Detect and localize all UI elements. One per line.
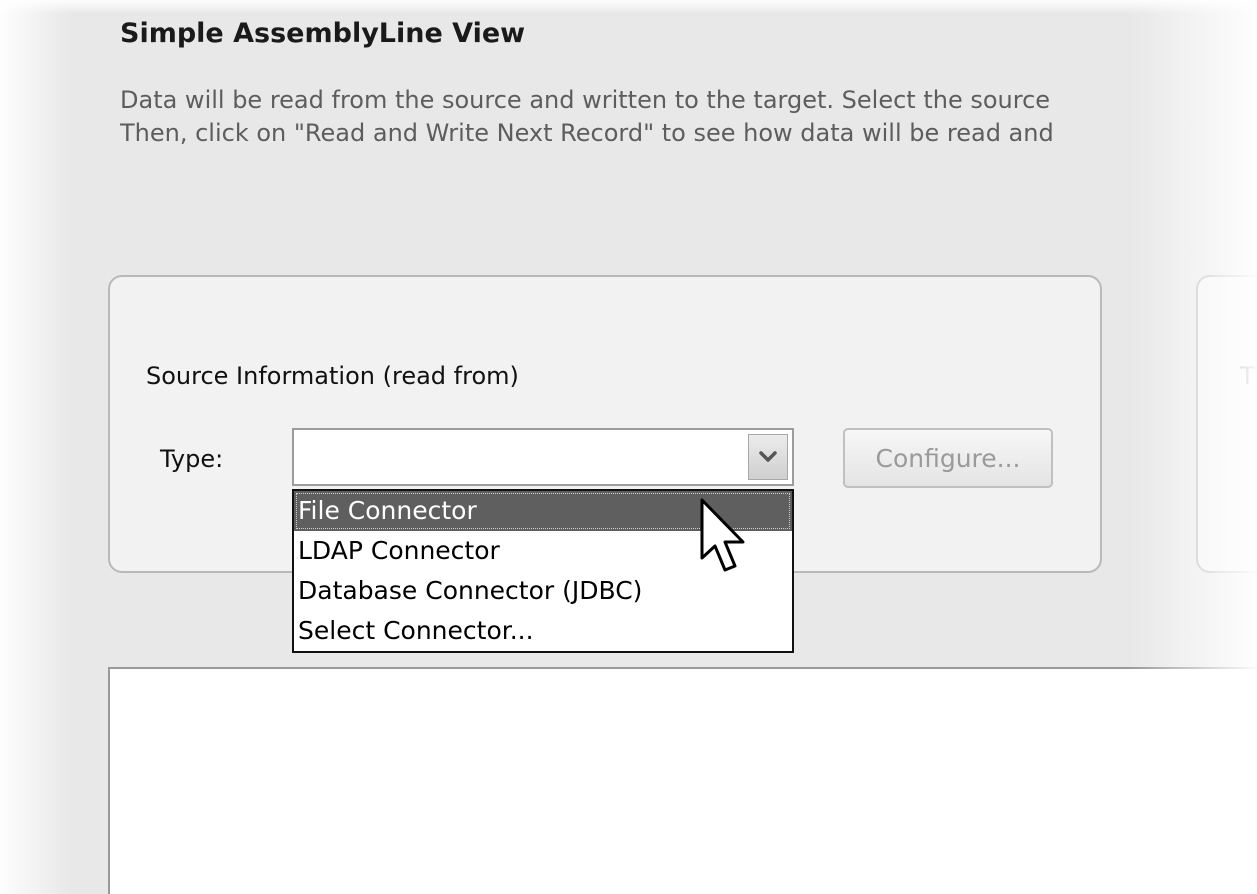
dropdown-option-select-connector[interactable]: Select Connector...: [294, 611, 792, 651]
record-output-area: [108, 667, 1257, 894]
page-title: Simple AssemblyLine View: [120, 18, 526, 49]
mouse-pointer-icon: [700, 498, 745, 572]
source-type-combobox[interactable]: [292, 428, 794, 486]
type-label: Type:: [160, 445, 224, 473]
source-group-label: Source Information (read from): [146, 362, 519, 390]
assemblyline-view-panel: Simple AssemblyLine View Data will be re…: [0, 0, 1257, 894]
chevron-down-icon: [759, 451, 777, 462]
description-line-1: Data will be read from the source and wr…: [120, 86, 1051, 114]
page-description: Data will be read from the source and wr…: [120, 84, 1257, 150]
target-group-label: T: [1240, 362, 1255, 390]
configure-button[interactable]: Configure...: [843, 428, 1053, 488]
description-line-2: Then, click on "Read and Write Next Reco…: [120, 119, 1054, 147]
target-group-box: [1196, 275, 1257, 573]
combo-dropdown-button[interactable]: [748, 434, 788, 480]
